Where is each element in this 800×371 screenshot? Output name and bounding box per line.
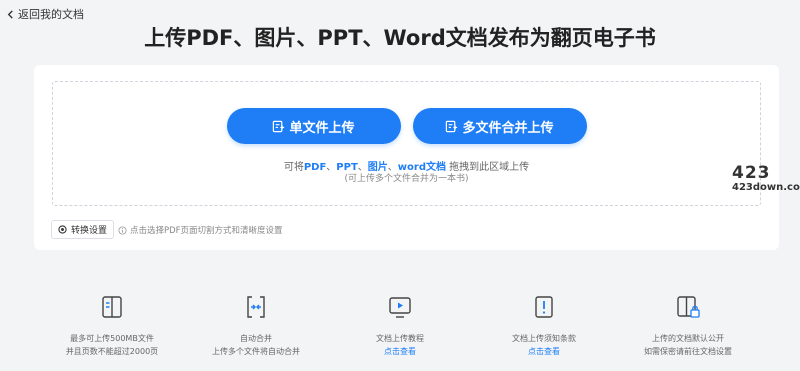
feature-auto-merge: 自动合并 上传多个文件将自动合并: [184, 294, 328, 358]
feature-line: 最多可上传500MB文件: [70, 334, 154, 343]
back-to-my-docs-link[interactable]: 返回我的文档: [6, 6, 84, 22]
feature-file-limit: 最多可上传500MB文件 并且页数不能超过2000页: [40, 294, 184, 358]
upload-dropzone[interactable]: 单文件上传 多文件合并上传 可将PDF、PPT、图片、word文档 拖拽到此区域…: [52, 81, 761, 206]
feature-upload-tutorial: 文档上传教程 点击查看: [328, 294, 472, 358]
multi-upload-label: 多文件合并上传: [462, 120, 554, 136]
merge-icon: [247, 296, 265, 318]
watermark-number: 423: [732, 163, 771, 183]
single-upload-label: 单文件上传: [289, 120, 355, 136]
watermark-site: 423down.com: [732, 182, 800, 193]
feature-line: 并且页数不能超过2000页: [65, 347, 159, 356]
notice-icon: [535, 296, 553, 318]
feature-line: 上传的文档默认公开: [652, 334, 724, 343]
feature-line: 文档上传教程: [376, 334, 424, 343]
settings-tip-text: 点击选择PDF页面切割方式和清晰度设置: [130, 226, 283, 236]
video-icon: [389, 297, 411, 318]
feature-default-public: 上传的文档默认公开 如需保密请前往文档设置: [616, 294, 760, 358]
feature-line: 上传多个文件将自动合并: [212, 347, 300, 356]
single-file-upload-button[interactable]: 单文件上传: [226, 108, 401, 144]
multi-file-merge-upload-button[interactable]: 多文件合并上传: [412, 108, 587, 144]
view-terms-link[interactable]: 点击查看: [528, 345, 560, 358]
chevron-left-icon: [7, 9, 13, 19]
feature-line: 自动合并: [240, 334, 272, 343]
info-icon: [118, 225, 127, 235]
feature-list: 最多可上传500MB文件 并且页数不能超过2000页 自动合并 上传多个文件将自…: [40, 294, 760, 358]
page-title: 上传PDF、图片、PPT、Word文档发布为翻页电子书: [144, 26, 656, 50]
site-watermark: 423 423down.com: [732, 163, 800, 194]
conversion-settings-button[interactable]: 转换设置: [51, 220, 115, 239]
feature-line: 文档上传须知条款: [512, 334, 576, 343]
settings-tip: 点击选择PDF页面切割方式和清晰度设置: [118, 224, 283, 236]
book-icon: [102, 296, 122, 318]
upload-file-icon: [273, 120, 285, 132]
settings-button-label: 转换设置: [71, 226, 108, 236]
back-link-label: 返回我的文档: [18, 8, 84, 21]
settings-circle-icon: [58, 225, 67, 234]
lock-book-icon: [677, 296, 700, 318]
feature-upload-terms: 文档上传须知条款 点击查看: [472, 294, 616, 358]
feature-line: 如需保密请前往文档设置: [644, 347, 732, 356]
upload-card: 单文件上传 多文件合并上传 可将PDF、PPT、图片、word文档 拖拽到此区域…: [34, 65, 779, 250]
upload-file-icon: [446, 120, 458, 132]
view-tutorial-link[interactable]: 点击查看: [384, 345, 416, 358]
merge-hint: (可上传多个文件合并为一本书): [344, 174, 469, 184]
